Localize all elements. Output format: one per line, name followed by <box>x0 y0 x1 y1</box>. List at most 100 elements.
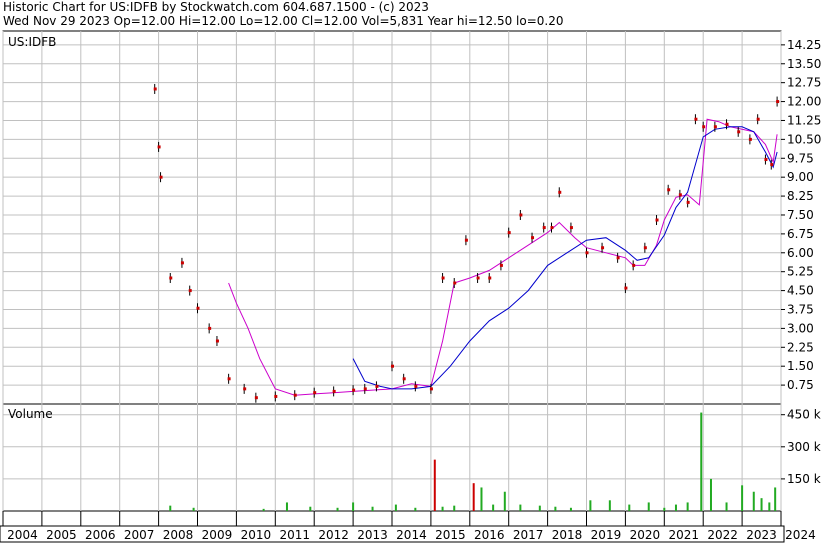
volume-bar <box>768 502 771 511</box>
x-tick-label: 2005 <box>46 528 77 542</box>
x-tick-label: 2021 <box>668 528 699 542</box>
y-tick-label: 3.00 <box>787 321 814 335</box>
price-point <box>643 246 647 250</box>
price-point <box>632 263 636 267</box>
volume-bar <box>519 504 522 511</box>
volume-bar <box>569 507 572 511</box>
volume-bar <box>554 506 557 511</box>
y-tick-label: 2.25 <box>787 340 814 354</box>
volume-bar <box>752 491 755 511</box>
x-tick-label: 2013 <box>357 528 388 542</box>
price-point <box>770 163 774 167</box>
price-point <box>519 213 523 217</box>
volume-bar <box>169 505 172 511</box>
y-tick-label: 10.50 <box>787 132 821 146</box>
x-tick-label: 2020 <box>630 528 661 542</box>
y-tick-label: 6.00 <box>787 246 814 260</box>
volume-bar <box>453 505 456 511</box>
price-point <box>402 377 406 381</box>
x-tick-label: 2017 <box>513 528 544 542</box>
y-tick-label: 6.75 <box>787 227 814 241</box>
price-point <box>725 122 729 126</box>
volume-bar <box>538 505 541 511</box>
price-point <box>737 130 741 134</box>
x-tick-label: 2024 <box>785 528 816 542</box>
price-point <box>227 377 231 381</box>
volume-bar <box>647 502 650 511</box>
volume-tick-label: 450 k <box>787 408 821 422</box>
y-tick-label: 11.25 <box>787 113 821 127</box>
price-point <box>476 276 480 280</box>
x-tick-label: 2014 <box>396 528 427 542</box>
x-tick-label: 2009 <box>202 528 233 542</box>
y-tick-label: 9.00 <box>787 170 814 184</box>
price-y-axis: 0.75 1.50 2.25 3.00 3.75 4.50 5.25 6.00 6.75 7.50… <box>781 38 821 392</box>
volume-bar <box>709 478 712 511</box>
price-point <box>274 394 278 398</box>
volume-bar <box>589 500 592 511</box>
price-point <box>169 276 173 280</box>
price-point <box>180 261 184 265</box>
chart-symbol-label: US:IDFB <box>8 35 56 49</box>
y-tick-label: 3.75 <box>787 302 814 316</box>
volume-bar <box>285 502 288 511</box>
price-point <box>601 246 605 250</box>
volume-bar <box>700 412 703 511</box>
chart-canvas: 0.75 1.50 2.25 3.00 3.75 4.50 5.25 6.00 6.75 7.50… <box>0 30 821 543</box>
grid-lines <box>2 31 782 511</box>
volume-tick-label: 300 k <box>787 440 821 454</box>
price-point <box>196 306 200 310</box>
y-tick-label: 0.75 <box>787 378 814 392</box>
x-tick-label: 2015 <box>435 528 466 542</box>
volume-bar <box>394 504 397 511</box>
price-point <box>215 339 219 343</box>
x-tick-label: 2008 <box>163 528 194 542</box>
price-point <box>363 387 367 391</box>
volume-bar <box>741 485 744 511</box>
price-point <box>764 158 768 162</box>
x-tick-label: 2006 <box>85 528 116 542</box>
volume-bar <box>774 487 777 511</box>
price-point <box>667 188 671 192</box>
volume-tick-label: 150 k <box>787 472 821 486</box>
volume-bar <box>262 508 265 511</box>
x-tick-label: 2019 <box>591 528 622 542</box>
y-tick-label: 12.75 <box>787 76 821 90</box>
volume-bar <box>663 507 666 511</box>
price-point <box>441 276 445 280</box>
x-tick-label: 2016 <box>474 528 505 542</box>
volume-bar <box>472 483 475 511</box>
price-point <box>159 175 163 179</box>
x-tick-label: 2010 <box>241 528 272 542</box>
volume-bar <box>480 487 483 511</box>
volume-bar <box>492 504 495 511</box>
volume-bar <box>336 507 339 511</box>
price-point <box>702 125 706 129</box>
price-point <box>531 236 535 240</box>
price-point <box>655 218 659 222</box>
x-tick-label: 2011 <box>279 528 310 542</box>
price-point <box>254 396 258 400</box>
price-point <box>542 226 546 230</box>
x-tick-label: 2018 <box>552 528 583 542</box>
y-tick-label: 8.25 <box>787 189 814 203</box>
price-point <box>243 387 247 391</box>
x-tick-label: 2023 <box>746 528 777 542</box>
price-point <box>332 389 336 393</box>
price-point <box>488 276 492 280</box>
price-point <box>624 286 628 290</box>
volume-bar <box>674 504 677 511</box>
volume-bar <box>628 504 631 511</box>
x-tick-label: 2004 <box>7 528 38 542</box>
price-point <box>157 145 161 149</box>
volume-y-axis: 150 k 300 k 450 k <box>781 408 821 486</box>
price-point <box>499 263 503 267</box>
price-point <box>153 87 157 91</box>
price-point <box>585 251 589 255</box>
y-tick-label: 7.50 <box>787 208 814 222</box>
price-point <box>429 387 433 391</box>
y-tick-label: 5.25 <box>787 265 814 279</box>
price-point <box>748 137 752 141</box>
price-point <box>507 231 511 235</box>
price-point <box>453 281 457 285</box>
